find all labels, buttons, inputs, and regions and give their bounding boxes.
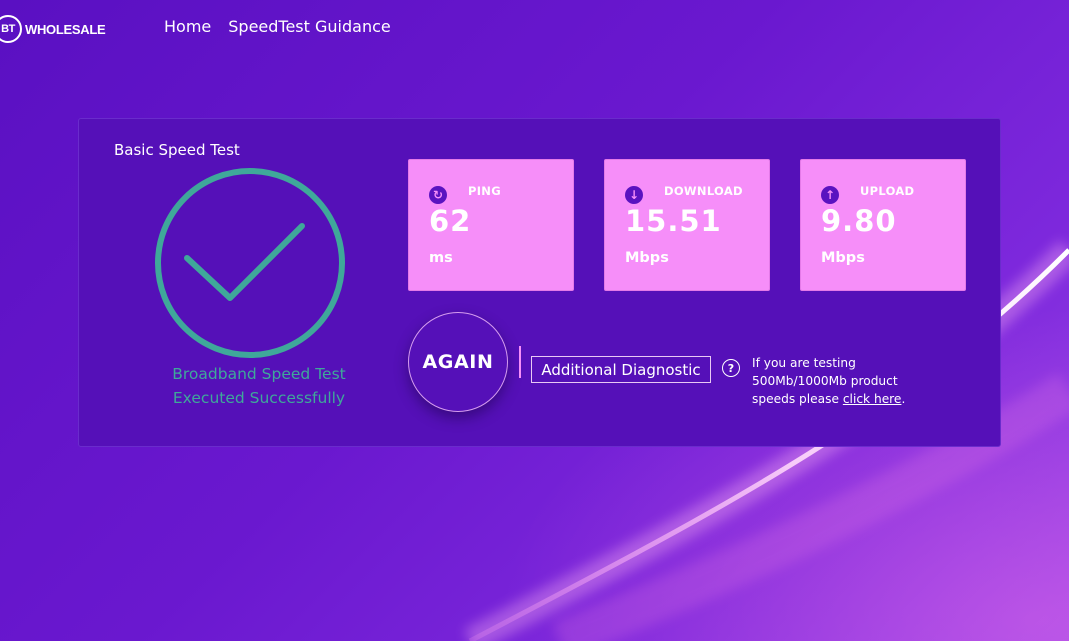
bt-logo-text: WHOLESALE <box>25 21 106 37</box>
help-note-period: . <box>901 392 906 406</box>
ping-label: PING <box>468 184 501 198</box>
success-message: Broadband Speed Test Executed Successful… <box>139 362 379 410</box>
download-card: ↓ DOWNLOAD 15.51 Mbps <box>604 159 770 291</box>
success-line-1: Broadband Speed Test <box>172 365 346 383</box>
click-here-link[interactable]: click here <box>843 392 902 406</box>
ping-card: ↻ PING 62 ms <box>408 159 574 291</box>
download-label: DOWNLOAD <box>664 184 743 198</box>
ping-value: 62 <box>429 204 472 238</box>
upload-label: UPLOAD <box>860 184 915 198</box>
check-circle-icon <box>152 165 348 361</box>
vertical-divider <box>519 346 521 378</box>
bt-logo-mark: BT <box>0 15 22 43</box>
ping-unit: ms <box>429 250 453 266</box>
upload-value: 9.80 <box>821 204 897 238</box>
upload-arrow-icon: ↑ <box>821 186 839 204</box>
help-question-icon[interactable]: ? <box>722 359 740 377</box>
nav-speedtest-guidance-link[interactable]: SpeedTest Guidance <box>228 17 390 36</box>
panel-title: Basic Speed Test <box>114 141 240 159</box>
download-arrow-icon: ↓ <box>625 186 643 204</box>
again-button[interactable]: AGAIN <box>408 312 508 412</box>
upload-unit: Mbps <box>821 250 865 266</box>
refresh-icon: ↻ <box>429 186 447 204</box>
bt-wholesale-logo[interactable]: BT WHOLESALE <box>0 14 106 44</box>
top-nav: Home SpeedTest Guidance <box>164 17 391 36</box>
help-note: If you are testing 500Mb/1000Mb product … <box>752 354 942 408</box>
additional-diagnostic-button[interactable]: Additional Diagnostic <box>531 356 711 383</box>
upload-card: ↑ UPLOAD 9.80 Mbps <box>800 159 966 291</box>
download-value: 15.51 <box>625 204 722 238</box>
download-unit: Mbps <box>625 250 669 266</box>
nav-home-link[interactable]: Home <box>164 17 211 36</box>
success-line-2: Executed Successfully <box>172 389 346 407</box>
speed-test-panel: Basic Speed Test Broadband Speed Test Ex… <box>78 118 1001 447</box>
